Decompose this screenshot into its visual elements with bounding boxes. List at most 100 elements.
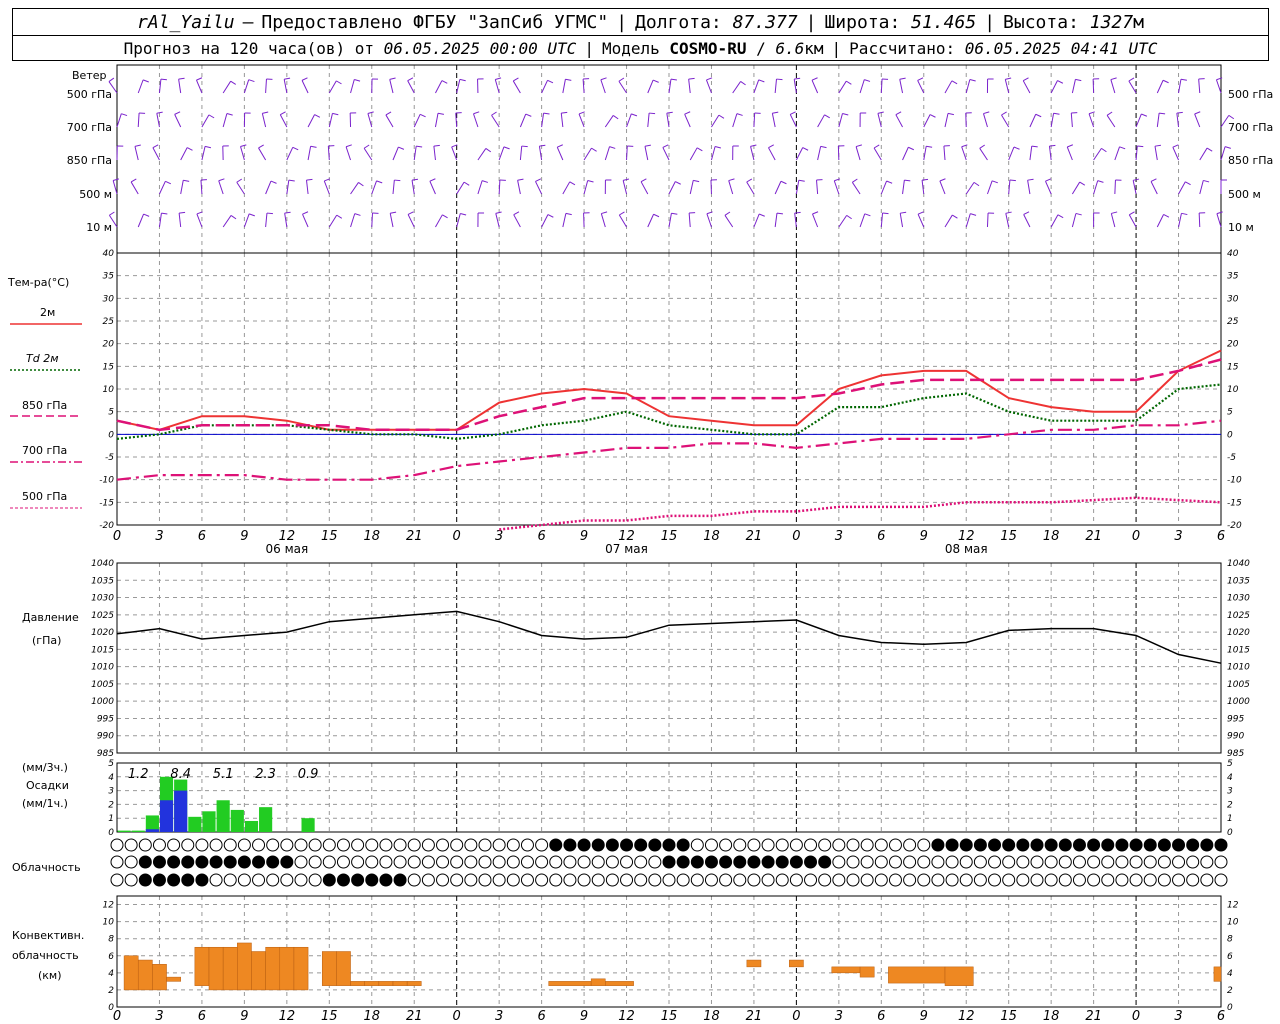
wind-barb-icon [398,146,405,150]
wind-barb-icon [609,146,616,149]
wind-barb-icon [951,80,958,85]
cloud-cover-circle-icon [605,873,619,887]
cloud-cover-circle-icon [450,873,464,887]
x-axis-labels: 0 3 6 9 12 15 18 21 0 3 6 9 12 15 18 21 0 3 6 9 12 15 18 21 0 3 6 [113,1009,1225,1024]
wind-barb-icon [753,213,760,228]
wind-barb-icon [433,144,440,147]
wind-barb-icon [1008,180,1011,195]
wind-barb-icon [1150,181,1158,195]
cloud-cover-circle-icon [818,838,832,852]
x-tick-label: 21 [746,1009,763,1024]
convective-bar [222,946,238,991]
wind-barb-icon [644,144,651,147]
wind-barb-icon [939,178,946,182]
wind-barb-icon [1029,146,1033,161]
wind-barb-icon [812,213,819,228]
x-tick-label: 3 [1174,1009,1182,1024]
wind-barb-icon [710,146,716,161]
wind-barb-icon [350,79,355,94]
cloud-cover-circle-icon [308,873,322,887]
wind-barb-icon [519,113,527,128]
y-tick-label: 15 [103,362,115,372]
cloud-cover-circle-icon [1214,873,1228,887]
wind-level-labels-right: 500 гПа 700 гПа 850 гПа 500 м 10 м [1228,88,1273,234]
wind-barb-icon [979,144,986,149]
wind-barb-icon [174,111,181,115]
wind-barb-icon [1198,79,1201,94]
wind-barb-icon [688,77,695,80]
cloud-cover-circle-icon [266,855,280,869]
cloud-cover-circle-icon [520,838,534,852]
cloud-cover-circle-icon [336,838,350,852]
wind-barb-icon [243,79,250,94]
wind-barb-icon [459,78,466,82]
y-tick-label: 30 [103,294,115,304]
wind-barb-icon [258,147,267,161]
cloud-cover-circle-icon [124,855,138,869]
wind-barb-icon [587,179,594,183]
wind-barb-icon [740,81,746,86]
cloud-cover-circle-icon [549,855,563,869]
cloud-cover-circle-icon [167,838,181,852]
legend-500-label: 500 гПа [22,490,67,503]
cloud-cover-circle-icon [407,873,421,887]
wind-barb-icon [565,212,572,216]
wind-barb-icon [1005,77,1012,80]
y-tick-label: 40 [1227,249,1239,259]
cloud-cover-circle-icon [393,838,407,852]
x-tick-label: 15 [321,1009,338,1024]
wind-level-label: 10 м [1228,221,1254,234]
wind-barb-icon [583,180,589,195]
x-tick-label: 0 [113,529,121,544]
cloud-cover-circle-icon [959,873,973,887]
cloud-cover-circle-icon [1200,838,1214,852]
wind-barb-icon [877,111,884,114]
wind-barb-icon [618,77,625,82]
wind-barb-icon [798,179,805,182]
wind-barb-icon [1050,80,1058,94]
cloud-cover-circle-icon [874,855,888,869]
wind-barb-icon [802,147,809,151]
wind-barb-icon [160,78,167,81]
x-tick-label: 12 [279,1009,296,1024]
convective-bar [194,946,210,986]
wind-barb-icon [456,213,461,228]
x-tick-label: 15 [661,1009,678,1024]
x-tick-label: 21 [406,1009,423,1024]
y-tick-label: 2 [108,800,114,810]
wind-barb-icon [137,112,140,128]
wind-barb-icon [750,146,755,161]
wind-barb-icon [1228,114,1235,120]
cloud-cover-circle-icon [1129,838,1143,852]
wind-barb-icon [358,182,364,187]
wind-barb-icon [196,213,203,228]
wind-barb-icon [385,114,394,128]
cloud-cover-circle-icon [931,838,945,852]
cloud-cover-circle-icon [747,855,761,869]
y-tick-label: 995 [97,714,114,724]
wind-barb-icon [407,211,414,215]
convective-bar [789,959,804,968]
wind-barb-icon [1159,112,1166,115]
y-tick-label: 2 [1227,800,1233,810]
wind-barb-icon [1180,78,1187,81]
wind-barb-icon [328,214,338,228]
wind-barb-icon [134,146,139,161]
wind-level-label: 500 гПа [67,88,112,101]
wind-barb-icon [1119,146,1126,150]
y-tick-label: 35 [103,272,115,282]
wind-barb-icon [350,182,359,195]
cloud-cover-circle-icon [535,855,549,869]
wind-barb-icon [662,147,670,161]
wind-barb-icon [1071,181,1081,195]
conv-unit: (км) [38,969,62,982]
cloud-cover-circle-icon [903,873,917,887]
wind-barb-icon [1185,181,1191,186]
wind-barb-icon [973,181,980,187]
wind-barb-icon [498,179,501,195]
wind-barb-icon [706,77,713,81]
wind-barb-icon [1129,211,1135,216]
y-tick-label: 4 [1227,969,1233,979]
wind-barb-icon [441,80,448,84]
wind-barb-icon [774,213,778,228]
